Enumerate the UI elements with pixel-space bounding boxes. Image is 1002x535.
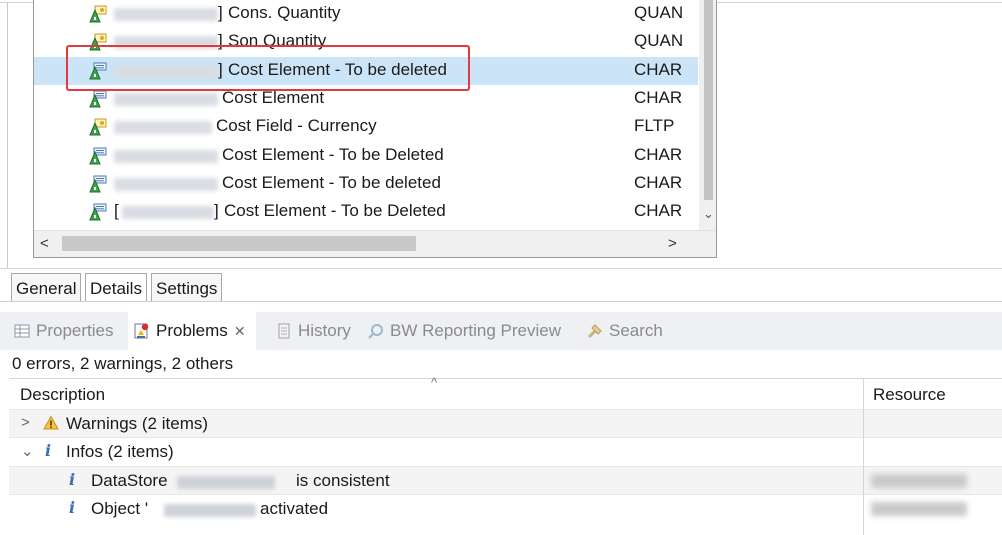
column-divider bbox=[863, 379, 864, 535]
field-data-type: CHAR bbox=[634, 87, 683, 107]
reporting-preview-icon bbox=[368, 324, 383, 339]
characteristic-icon bbox=[89, 147, 107, 165]
tab-search[interactable]: Search bbox=[587, 312, 663, 350]
tab-bw-reporting-preview-label: BW Reporting Preview bbox=[390, 321, 562, 340]
close-icon[interactable]: ✕ bbox=[234, 323, 246, 339]
column-header-description[interactable]: Description bbox=[20, 385, 105, 405]
field-data-type: CHAR bbox=[634, 144, 683, 164]
tab-general[interactable]: General bbox=[11, 273, 82, 302]
problem-group-warnings[interactable]: > Warnings (2 items) bbox=[9, 409, 1002, 437]
redacted-technical-name bbox=[114, 8, 218, 21]
redacted-technical-name bbox=[114, 121, 212, 135]
scroll-right-icon[interactable]: > bbox=[668, 235, 677, 252]
redacted-object-name bbox=[177, 476, 275, 489]
characteristic-icon bbox=[89, 203, 107, 221]
field-row[interactable]: Cost Field - Currency FLTP bbox=[34, 113, 698, 141]
scroll-left-icon[interactable]: < bbox=[40, 235, 49, 252]
field-description: Cost Element - To be deleted bbox=[222, 172, 441, 192]
field-bracket: ] bbox=[214, 201, 219, 221]
problem-group-label: Infos (2 items) bbox=[66, 442, 174, 461]
vertical-scrollbar[interactable]: ⌄ bbox=[699, 0, 716, 230]
field-data-type: QUAN bbox=[634, 3, 684, 22]
column-header-resource[interactable]: Resource bbox=[873, 385, 946, 405]
redacted-technical-name bbox=[114, 92, 218, 106]
keyfigure-quantity-icon bbox=[89, 5, 107, 23]
horizontal-scroll-thumb[interactable] bbox=[62, 236, 416, 251]
panel-left-border bbox=[7, 0, 8, 268]
field-data-type: CHAR bbox=[634, 172, 683, 192]
characteristic-icon bbox=[89, 175, 107, 193]
field-row[interactable]: ] Cons. Quantity QUAN bbox=[34, 0, 698, 28]
field-description: Cost Element - To be Deleted bbox=[222, 144, 444, 164]
tab-details-label: Details bbox=[90, 279, 142, 298]
tab-problems[interactable]: Problems ✕ bbox=[128, 312, 256, 350]
redacted-resource bbox=[871, 474, 967, 488]
field-data-type: CHAR bbox=[634, 59, 683, 79]
tab-history-label: History bbox=[298, 321, 351, 340]
expand-icon[interactable]: > bbox=[21, 414, 30, 431]
collapse-icon[interactable]: ⌄ bbox=[21, 442, 34, 460]
field-list[interactable]: ] Cons. Quantity QUAN] Son Quantity QUAN] Cos… bbox=[33, 0, 717, 258]
redacted-resource bbox=[871, 502, 967, 516]
info-icon: i bbox=[45, 441, 52, 460]
vertical-scroll-thumb[interactable] bbox=[704, 0, 713, 200]
info-icon: i bbox=[69, 498, 76, 517]
problem-text-suffix: activated bbox=[260, 499, 329, 518]
info-icon: i bbox=[69, 470, 76, 489]
field-description: Cost Element - To be Deleted bbox=[224, 201, 446, 221]
keyfigure-quantity-icon bbox=[89, 118, 107, 136]
problem-text-prefix: Object ' bbox=[91, 499, 149, 518]
field-row[interactable]: Cost Element - To be deleted CHAR bbox=[34, 170, 698, 198]
tab-search-label: Search bbox=[609, 321, 663, 340]
field-description: Cons. Quantity bbox=[228, 3, 341, 22]
view-tab-bar: Properties Problems ✕ History BW Reportin… bbox=[0, 312, 1002, 350]
tab-settings[interactable]: Settings bbox=[151, 273, 223, 302]
characteristic-icon bbox=[89, 90, 107, 108]
problems-view: 0 errors, 2 warnings, 2 others ^ Descrip… bbox=[0, 350, 1002, 535]
redacted-technical-name bbox=[114, 177, 218, 191]
field-row[interactable]: Cost Element - To be Deleted CHAR bbox=[34, 142, 698, 170]
problem-row[interactable]: i DataStore is consistent bbox=[9, 466, 1002, 494]
redacted-object-name bbox=[164, 504, 256, 517]
problems-summary: 0 errors, 2 warnings, 2 others bbox=[12, 354, 234, 373]
problems-table[interactable]: ^ Description Resource > Warnings (2 ite… bbox=[9, 375, 1002, 535]
field-data-type: FLTP bbox=[634, 116, 675, 136]
problem-group-infos[interactable]: ⌄ i Infos (2 items) bbox=[9, 437, 1002, 465]
scroll-down-icon[interactable]: ⌄ bbox=[703, 206, 714, 222]
tab-details[interactable]: Details bbox=[85, 273, 147, 302]
field-bracket: [ bbox=[114, 201, 119, 221]
field-row[interactable]: [] Cost Element - To be Deleted CHAR bbox=[34, 198, 698, 226]
tab-bw-reporting-preview[interactable]: BW Reporting Preview bbox=[368, 312, 561, 350]
redacted-technical-name bbox=[122, 206, 214, 220]
warning-icon bbox=[43, 415, 59, 430]
problem-group-label: Warnings (2 items) bbox=[66, 414, 209, 433]
tab-settings-label: Settings bbox=[156, 279, 218, 298]
sort-indicator-icon: ^ bbox=[431, 375, 438, 390]
search-icon bbox=[587, 324, 602, 339]
field-data-type: CHAR bbox=[634, 201, 683, 221]
field-data-type: QUAN bbox=[634, 31, 684, 51]
tab-properties-label: Properties bbox=[36, 321, 114, 340]
field-description: Cost Field - Currency bbox=[216, 116, 377, 136]
problem-text-prefix: DataStore bbox=[91, 471, 168, 490]
problem-row[interactable]: i Object ' activated bbox=[9, 494, 1002, 522]
problems-icon bbox=[134, 323, 149, 339]
tab-history[interactable]: History bbox=[276, 312, 351, 350]
field-list-panel: ] Cons. Quantity QUAN] Son Quantity QUAN] Cos… bbox=[0, 0, 1002, 268]
problem-text-suffix: is consistent bbox=[296, 471, 390, 490]
history-icon bbox=[278, 323, 290, 339]
redacted-technical-name bbox=[114, 149, 218, 163]
tab-general-label: General bbox=[16, 279, 77, 298]
tab-properties[interactable]: Properties bbox=[14, 312, 113, 350]
field-bracket: ] bbox=[218, 3, 223, 22]
tab-bar-divider bbox=[0, 301, 1002, 302]
tab-problems-label: Problems bbox=[156, 321, 228, 340]
annotation-highlight-box bbox=[66, 45, 470, 91]
editor-tab-bar: General Details Settings bbox=[0, 268, 1002, 302]
horizontal-scrollbar[interactable]: < > bbox=[34, 230, 716, 257]
properties-icon bbox=[14, 324, 30, 338]
